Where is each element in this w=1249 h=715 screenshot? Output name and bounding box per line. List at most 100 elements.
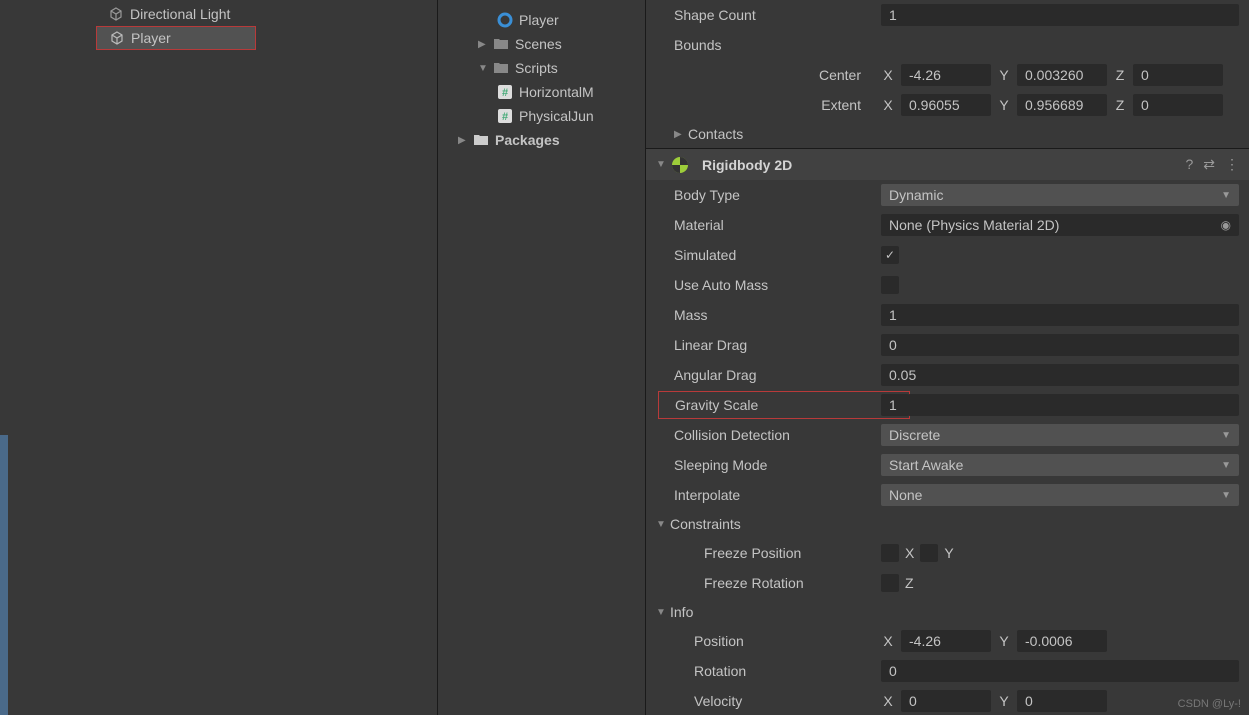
csharp-icon: # — [496, 107, 514, 125]
x-label: X — [881, 633, 895, 649]
gravity-scale-rest-input[interactable] — [908, 394, 1239, 416]
collision-detection-dropdown[interactable]: Discrete ▼ — [881, 424, 1239, 446]
project-item-script-0[interactable]: # HorizontalM — [438, 80, 645, 104]
simulated-checkbox[interactable] — [881, 246, 899, 264]
property-angular-drag: Angular Drag — [646, 360, 1249, 390]
project-item-label: Scripts — [515, 60, 558, 76]
y-label: Y — [997, 97, 1011, 113]
component-actions: ? ⇄ ⋮ — [1185, 156, 1239, 173]
menu-icon[interactable]: ⋮ — [1225, 156, 1239, 173]
x-label: X — [881, 97, 895, 113]
project-item-player[interactable]: Player — [438, 8, 645, 32]
position-y-input[interactable] — [1017, 630, 1107, 652]
hierarchy-panel: Directional Light Player — [8, 0, 438, 715]
auto-mass-checkbox[interactable] — [881, 276, 899, 294]
property-gravity-scale: Gravity Scale — [646, 390, 1249, 420]
project-item-script-1[interactable]: # PhysicalJun — [438, 104, 645, 128]
gravity-scale-input[interactable] — [881, 394, 909, 416]
extent-y-input[interactable] — [1017, 94, 1107, 116]
property-label: Interpolate — [656, 487, 881, 503]
svg-text:#: # — [502, 87, 508, 99]
freeze-x-checkbox[interactable] — [881, 544, 899, 562]
watermark: CSDN @Ly-! — [1178, 698, 1241, 710]
contacts-section[interactable]: ▶ Contacts — [646, 120, 1249, 148]
property-collision-detection: Collision Detection Discrete ▼ — [646, 420, 1249, 450]
object-picker-icon[interactable]: ◉ — [1221, 218, 1231, 232]
center-y-input[interactable] — [1017, 64, 1107, 86]
extent-x-input[interactable] — [901, 94, 991, 116]
property-label: Linear Drag — [656, 337, 881, 353]
help-icon[interactable]: ? — [1185, 156, 1193, 173]
property-label: Shape Count — [656, 7, 881, 23]
property-extent: Extent X Y Z — [646, 90, 1249, 120]
chevron-down-icon: ▼ — [1221, 430, 1231, 441]
property-label: Extent — [656, 97, 881, 113]
property-label: Mass — [656, 307, 881, 323]
expand-arrow-icon[interactable]: ▶ — [458, 135, 472, 146]
property-linear-drag: Linear Drag — [646, 330, 1249, 360]
property-sleeping-mode: Sleeping Mode Start Awake ▼ — [646, 450, 1249, 480]
center-z-input[interactable] — [1133, 64, 1223, 86]
property-label: Bounds — [656, 37, 881, 53]
extent-z-input[interactable] — [1133, 94, 1223, 116]
property-position: Position X Y — [646, 626, 1249, 656]
project-item-scripts[interactable]: ▼ Scripts — [438, 56, 645, 80]
folder-icon — [492, 35, 510, 53]
velocity-x-input[interactable] — [901, 690, 991, 712]
velocity-y-input[interactable] — [1017, 690, 1107, 712]
hierarchy-item-label: Directional Light — [130, 6, 230, 22]
z-label: Z — [905, 575, 914, 591]
hierarchy-item-player[interactable]: Player — [96, 26, 256, 50]
collapse-arrow-icon[interactable]: ▼ — [656, 159, 670, 170]
freeze-y-checkbox[interactable] — [920, 544, 938, 562]
property-freeze-position: Freeze Position X Y — [646, 538, 1249, 568]
y-label: Y — [997, 67, 1011, 83]
y-label: Y — [997, 633, 1011, 649]
project-panel: Player ▶ Scenes ▼ Scripts # HorizontalM … — [438, 0, 646, 715]
preset-icon[interactable]: ⇄ — [1203, 156, 1215, 173]
property-simulated: Simulated — [646, 240, 1249, 270]
property-shape-count: Shape Count — [646, 0, 1249, 30]
left-blue-strip — [0, 435, 8, 715]
freeze-z-checkbox[interactable] — [881, 574, 899, 592]
z-label: Z — [1113, 67, 1127, 83]
constraints-section[interactable]: ▼ Constraints — [646, 510, 1249, 538]
property-material: Material None (Physics Material 2D) ◉ — [646, 210, 1249, 240]
csharp-icon: # — [496, 83, 514, 101]
project-item-packages[interactable]: ▶ Packages — [438, 128, 645, 152]
property-freeze-rotation: Freeze Rotation Z — [646, 568, 1249, 598]
shape-count-input[interactable] — [881, 4, 1239, 26]
property-body-type: Body Type Dynamic ▼ — [646, 180, 1249, 210]
folder-icon — [472, 131, 490, 149]
angular-drag-input[interactable] — [881, 364, 1239, 386]
sleeping-mode-dropdown[interactable]: Start Awake ▼ — [881, 454, 1239, 476]
collapse-arrow-icon[interactable]: ▼ — [478, 63, 492, 74]
expand-arrow-icon: ▶ — [674, 129, 688, 140]
rigidbody-icon — [670, 155, 690, 175]
circle-icon — [496, 11, 514, 29]
dropdown-value: Discrete — [889, 427, 940, 443]
object-field-value: None (Physics Material 2D) — [889, 217, 1059, 233]
body-type-dropdown[interactable]: Dynamic ▼ — [881, 184, 1239, 206]
property-label: Use Auto Mass — [656, 277, 881, 293]
z-label: Z — [1113, 97, 1127, 113]
linear-drag-input[interactable] — [881, 334, 1239, 356]
section-label: Contacts — [688, 126, 743, 142]
material-field[interactable]: None (Physics Material 2D) ◉ — [881, 214, 1239, 236]
mass-input[interactable] — [881, 304, 1239, 326]
expand-arrow-icon[interactable]: ▶ — [478, 39, 492, 50]
hierarchy-item-directional-light[interactable]: Directional Light — [8, 2, 437, 26]
property-center: Center X Y Z — [646, 60, 1249, 90]
position-x-input[interactable] — [901, 630, 991, 652]
property-label: Material — [656, 217, 881, 233]
property-rotation: Rotation — [646, 656, 1249, 686]
property-label: Gravity Scale — [659, 397, 881, 413]
rotation-input[interactable] — [881, 660, 1239, 682]
center-x-input[interactable] — [901, 64, 991, 86]
project-item-scenes[interactable]: ▶ Scenes — [438, 32, 645, 56]
svg-text:#: # — [502, 111, 508, 123]
property-label: Rotation — [656, 663, 881, 679]
property-label: Freeze Position — [656, 545, 881, 561]
interpolate-dropdown[interactable]: None ▼ — [881, 484, 1239, 506]
info-section[interactable]: ▼ Info — [646, 598, 1249, 626]
